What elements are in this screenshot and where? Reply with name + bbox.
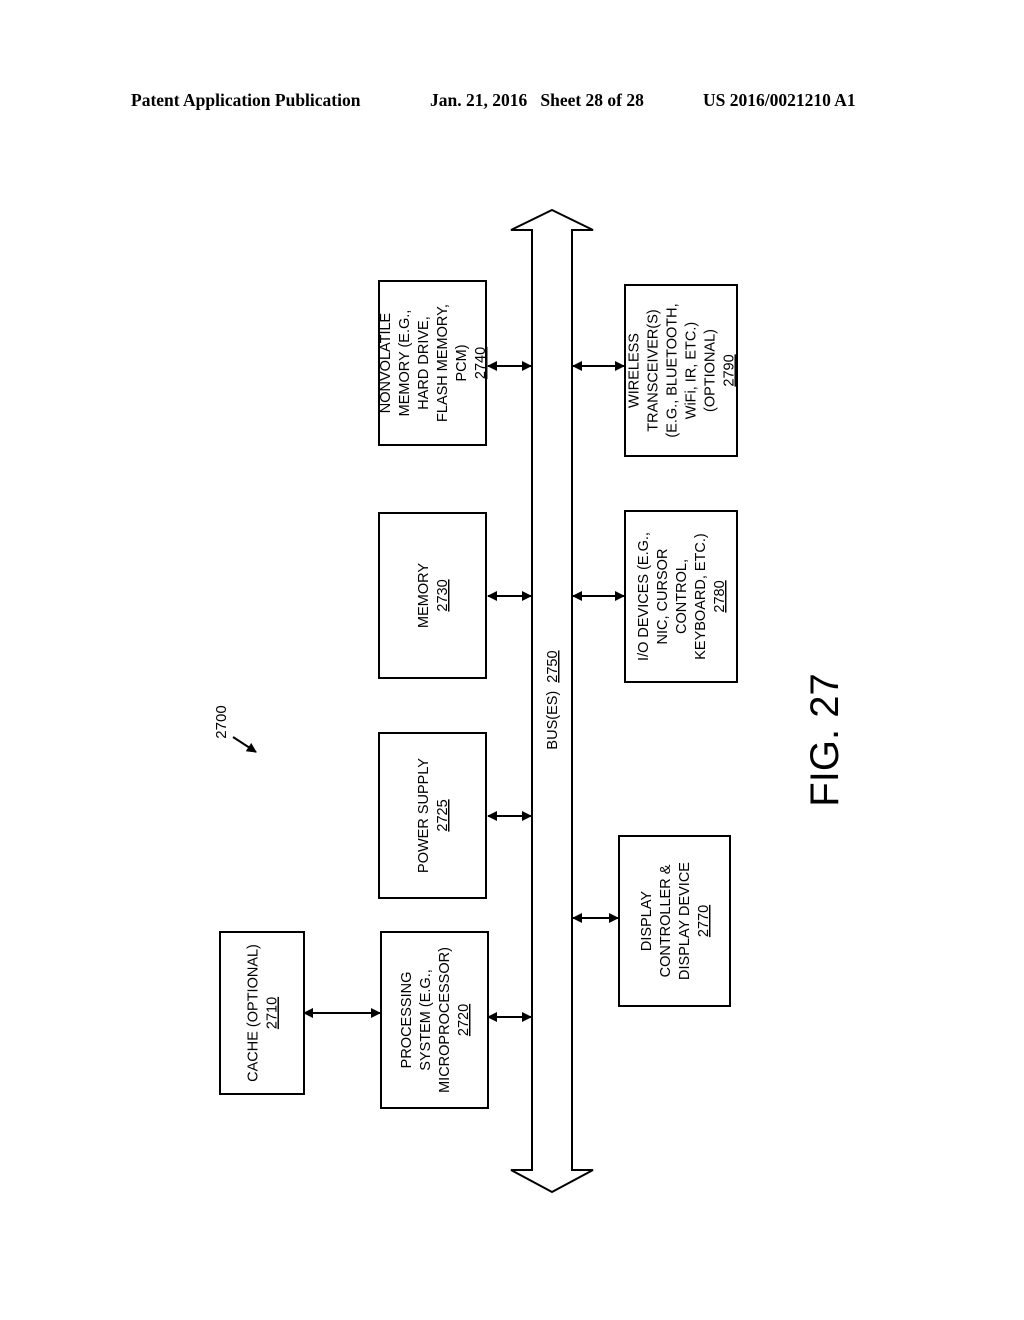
figure-label-text: FIG. 27 <box>803 673 847 806</box>
figure-reference-arrow <box>232 736 257 753</box>
block-nonvolatile-label-line: FLASH MEMORY, <box>435 304 451 422</box>
block-memory-label-line: MEMORY <box>416 563 432 628</box>
block-power-label-line: POWER SUPPLY <box>416 758 432 873</box>
bus-label: BUS(ES) 2750 <box>545 650 561 749</box>
block-wireless-label-line: (E.G., BLUETOOTH, <box>665 303 681 437</box>
bus-label-text: BUS(ES) <box>545 691 561 750</box>
block-io: I/O DEVICES (E.G., NIC, CURSOR CONTROL, KEY… <box>624 510 738 683</box>
block-cache: CACHE (OPTIONAL) 2710 <box>219 931 305 1095</box>
block-processing: PROCESSING SYSTEM (E.G., MICROPROCESSOR) 27… <box>380 931 489 1109</box>
block-display-label-line: DISPLAY DEVICE <box>677 862 693 980</box>
block-nonvolatile-number: 2740 <box>473 347 489 379</box>
block-memory-box <box>378 512 487 679</box>
block-memory: MEMORY 2730 <box>378 512 487 679</box>
block-processing-label-line: SYSTEM (E.G., <box>418 969 434 1071</box>
block-processing-label-line: MICROPROCESSOR) <box>437 947 453 1093</box>
block-display-label-line: CONTROLLER & <box>658 864 674 977</box>
block-cache-label-line: CACHE (OPTIONAL) <box>246 944 262 1082</box>
block-display-box <box>618 835 731 1007</box>
figure-reference-number: 2700 <box>213 705 230 738</box>
block-diagram: BUS(ES) 2750 CACHE (OPTIONAL) 2710 PROCESS… <box>213 208 847 1194</box>
block-wireless-label-line: WIRELESS <box>627 333 643 408</box>
block-io-label-line: KEYBOARD, ETC.) <box>693 533 709 660</box>
block-wireless-label-line: TRANSCEIVER(S) <box>646 309 662 431</box>
block-io-number: 2780 <box>712 580 728 612</box>
block-processing-number: 2720 <box>456 1004 472 1036</box>
svg-text:BUS(ES) 2750: BUS(ES) 2750 <box>545 650 561 749</box>
block-display-label-line: DISPLAY <box>639 891 655 952</box>
block-memory-number: 2730 <box>435 579 451 611</box>
figure-reference: 2700 <box>213 705 230 738</box>
block-io-label-line: I/O DEVICES (E.G., <box>636 532 652 661</box>
figure-label: FIG. 27 <box>803 673 847 806</box>
block-power-number: 2725 <box>435 799 451 831</box>
block-processing-label-line: PROCESSING <box>399 972 415 1069</box>
block-wireless-label-line: WiFi, IR, ETC.) <box>684 322 700 419</box>
block-display-number: 2770 <box>696 905 712 937</box>
block-io-label-line: CONTROL, <box>674 559 690 634</box>
block-cache-number: 2710 <box>265 997 281 1029</box>
block-io-label-line: NIC, CURSOR <box>655 549 671 645</box>
bus-number: 2750 <box>545 650 561 682</box>
block-display: DISPLAY CONTROLLER & DISPLAY DEVICE 2770 <box>618 835 731 1007</box>
block-wireless: WIRELESS TRANSCEIVER(S) (E.G., BLUETOOTH, W… <box>624 284 738 457</box>
block-nonvolatile-label-line: MEMORY (E.G., <box>397 310 413 417</box>
block-cache-box <box>219 931 305 1095</box>
block-power: POWER SUPPLY 2725 <box>378 732 487 899</box>
block-power-box <box>378 732 487 899</box>
block-nonvolatile-label-line: HARD DRIVE, <box>416 316 432 409</box>
block-nonvolatile: NONVOLATILE MEMORY (E.G., HARD DRIVE, FLASH… <box>378 280 489 446</box>
block-wireless-number: 2790 <box>722 354 738 386</box>
block-nonvolatile-label-line: NONVOLATILE <box>378 312 394 413</box>
block-wireless-label-line: (OPTIONAL) <box>703 329 719 412</box>
block-nonvolatile-label-line: PCM) <box>454 344 470 381</box>
